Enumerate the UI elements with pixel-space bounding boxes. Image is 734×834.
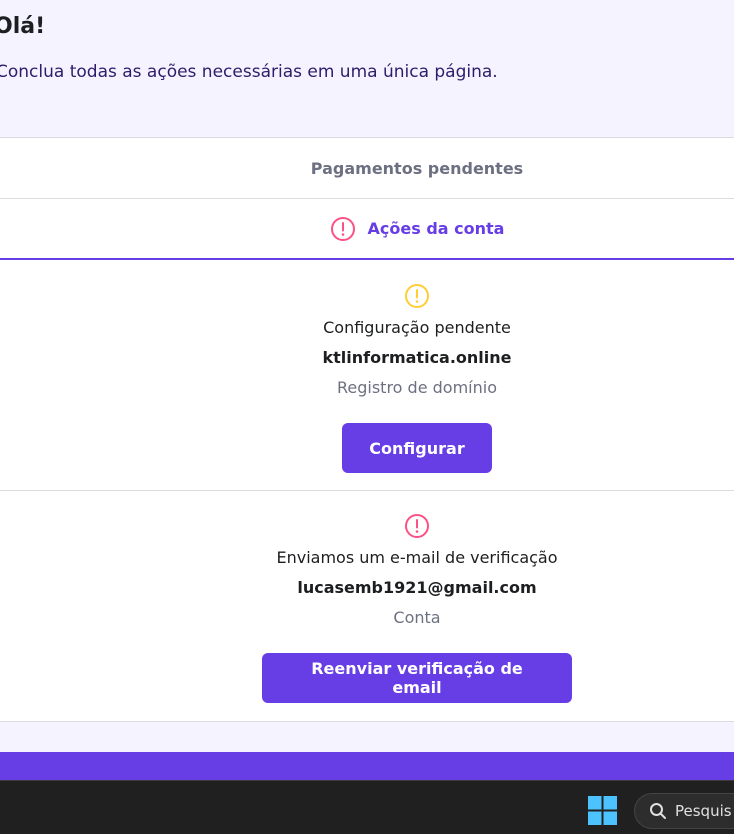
windows-logo-icon[interactable] (588, 796, 617, 825)
taskbar-search-box[interactable]: Pesquis (634, 793, 734, 829)
alert-circle-icon (330, 216, 356, 242)
email-verification-action-card: Enviamos um e-mail de verificação lucase… (0, 491, 734, 722)
tab-account-actions[interactable]: Ações da conta (0, 198, 734, 260)
page-greeting: Olá! (0, 14, 46, 39)
windows-taskbar: Pesquis (0, 780, 734, 834)
tab-pending-payments-label: Pagamentos pendentes (310, 158, 524, 178)
action-title: Enviamos um e-mail de verificação (276, 548, 558, 567)
search-icon (650, 803, 666, 819)
page-subtitle: Conclua todas as ações necessárias em um… (0, 62, 498, 82)
action-title: Configuração pendente (323, 318, 511, 337)
email-address: lucasemb1921@gmail.com (297, 578, 537, 597)
alert-circle-icon (404, 513, 430, 539)
configure-button[interactable]: Configurar (342, 423, 492, 473)
action-category: Registro de domínio (337, 378, 497, 397)
resend-verification-button[interactable]: Reenviar verificação de email (262, 653, 572, 703)
action-category: Conta (393, 608, 441, 627)
tab-account-actions-label: Ações da conta (367, 219, 505, 238)
domain-name: ktlinformatica.online (322, 348, 512, 367)
tab-bar: Pagamentos pendentes Ações da conta (0, 137, 734, 260)
warning-circle-icon (404, 283, 430, 309)
footer-banner (0, 752, 734, 780)
taskbar-search-placeholder: Pesquis (675, 802, 732, 820)
domain-setup-action-card: Configuração pendente ktlinformatica.onl… (0, 260, 734, 491)
tab-pending-payments[interactable]: Pagamentos pendentes (0, 137, 734, 198)
